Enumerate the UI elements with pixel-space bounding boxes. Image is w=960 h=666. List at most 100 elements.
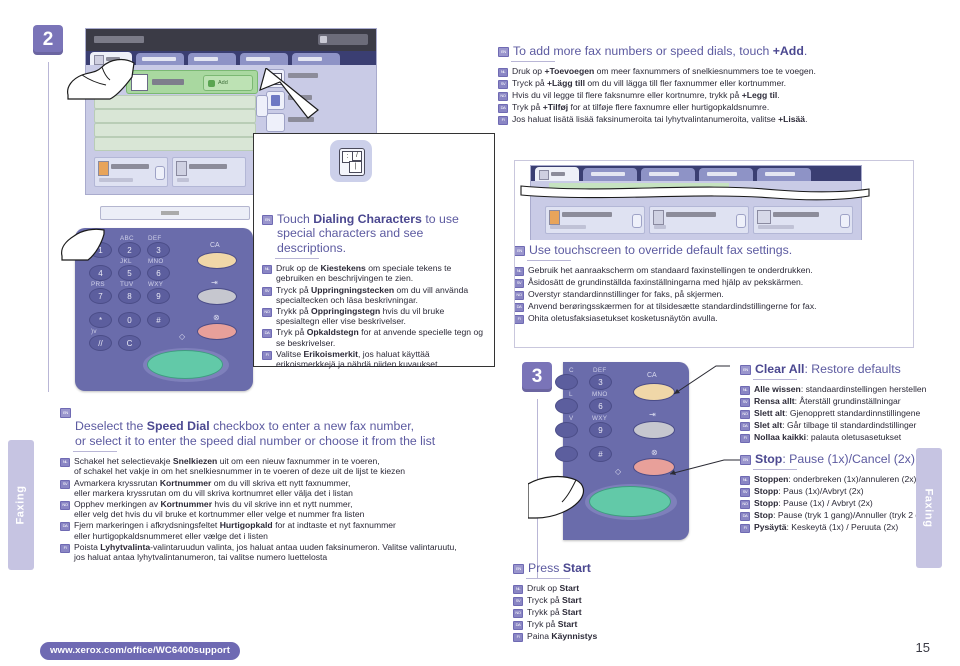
line-locale-pre: Druk op [512,66,545,77]
setting-value [758,225,794,229]
support-url-badge[interactable]: www.xerox.com/office/WC6400support [40,642,241,660]
line-locale: DA Slet alt: Går tilbage til standardinds… [740,420,950,432]
setting-card[interactable] [649,206,749,234]
key-9b[interactable]: 9 [589,422,612,438]
recipient-row[interactable] [94,137,256,151]
option-title [111,164,149,169]
line-locale-pre: Valitse [276,348,304,359]
key-3[interactable]: 3 [147,242,170,258]
lang-flag-fi: FI [740,434,750,444]
setting-title [562,212,612,217]
key-9[interactable]: 9 [147,288,170,304]
tab-4[interactable] [240,53,288,65]
line-locale-text: Tryck på Start [527,595,753,605]
line-en-post: . [803,44,808,58]
clear-all-key-label: CA [210,242,220,249]
line-locale-text: Paina Käynnistys [527,631,753,641]
add-button[interactable]: Add [203,75,253,91]
tab-fax-2[interactable] [535,167,579,181]
side-tab-right-label: Faxing [923,488,935,528]
option-card[interactable] [94,157,168,187]
interrupt-button-2[interactable] [633,421,675,439]
line-locale: FI Valitse Erikoismerkit, jos haluat käyt… [262,349,486,369]
key-5[interactable]: 5 [118,265,141,281]
line-en-post: : Restore defaults [804,362,901,376]
key-8[interactable]: 8 [118,288,141,304]
line-locale-bold: +Legg til [741,90,778,101]
line-en-pre: Touch [277,212,314,226]
option-card[interactable] [172,157,246,187]
line-locale: NL Alle wissen: standaardinstellingen her… [740,384,950,396]
tab-2[interactable] [136,53,184,65]
keypad-top-strip-label [161,211,179,215]
key-5b[interactable] [555,398,578,414]
key-dial-pause[interactable]: // [89,335,112,351]
fax-settings-screenshot [520,165,870,240]
line-locale-text: Fjern markeringen i afkrydsningsfeltet H… [74,520,530,540]
line-locale: SV Tryck på +Lägg till om du vill lägga t… [498,78,938,90]
lang-flag-en: EN [513,564,524,574]
key-star[interactable]: * [89,312,112,328]
key-hash[interactable]: # [147,312,170,328]
key-8b[interactable] [555,422,578,438]
speed-dial-add-row[interactable]: Add [126,70,258,94]
tab-label [551,172,565,176]
tab-5[interactable] [292,53,340,65]
line-locale-bold: Kortnummer [159,477,212,488]
line-locale-text: Tryk på Opkaldstegn for at anvende speci… [276,327,486,347]
key-6b[interactable]: 6 [589,398,612,414]
line-en-pre: To add more fax numbers or speed dials, … [513,44,773,58]
key-0b[interactable] [555,446,578,462]
line-locale: SV Rensa allt: Återställ grundinställning… [740,396,950,408]
setting-stepper[interactable] [736,214,746,228]
option-title [189,164,227,169]
key-0[interactable]: 0 [118,312,141,328]
line-locale-pre: Fjern markeringen i afkrydsningsfeltet [74,520,220,531]
line-locale-post: om meer faxnummers of snelkiesnummers to… [594,66,816,77]
interrupt-button[interactable] [197,288,237,305]
key-7[interactable]: 7 [89,288,112,304]
line-locale-bold: Kortnummer [160,499,213,510]
key-6[interactable]: 6 [147,265,170,281]
hand-arrow-icon [259,68,319,119]
key-letters-dial-pause: )v [91,328,97,335]
key-hash-b[interactable]: # [589,446,612,462]
screen-header-bar [86,29,376,51]
panel-border-top [514,160,914,161]
setting-stepper[interactable] [632,214,642,228]
stop-button[interactable] [197,323,237,340]
line-locale-pre: Tryck på [512,78,548,89]
line-en: EN Touch Dialing Characters to use speci… [262,212,486,255]
lang-flag-sv: SV [262,286,272,296]
recipient-row[interactable] [94,109,256,123]
line-locale-post: : Gjenopprett standardinnstillingene [785,408,921,419]
start-button[interactable] [147,350,223,379]
tab-3[interactable] [188,53,236,65]
lang-flag-sv: SV [740,488,750,498]
option-stepper[interactable] [155,166,165,180]
line-locale-text: Druk op de Kiestekens om speciale tekens… [276,263,486,283]
start-button-2[interactable] [589,486,671,517]
recipient-row[interactable] [94,123,256,137]
setting-stepper[interactable] [840,214,850,228]
option-thumb-icon [176,161,187,176]
key-clear[interactable]: C [118,335,141,351]
key-2[interactable]: 2 [118,242,141,258]
setting-card[interactable] [545,206,645,234]
line-en-text: Clear All: Restore defaults [755,362,950,376]
line-locale-text: Trykk på Start [527,607,753,617]
lang-flag-fi: FI [498,116,508,126]
text-block-dialing-characters: EN Touch Dialing Characters to use speci… [262,212,486,370]
setting-card[interactable] [753,206,853,234]
clear-all-button[interactable] [197,252,237,269]
key-letters-wxy-2: WXY [592,415,608,422]
line-locale-text: Overstyr standardinnstillinger for faks,… [528,289,914,299]
line-locale-bold: Start [557,619,578,630]
line-en-text: Touch Dialing Characters to use special … [277,212,486,255]
key-letters-wxy: WXY [148,281,164,288]
line-en-pre: Press [528,561,563,575]
lang-flag-no: NO [514,291,524,301]
key-2b[interactable] [555,374,578,390]
lang-flag-sv: SV [60,479,70,489]
key-3b[interactable]: 3 [589,374,612,390]
